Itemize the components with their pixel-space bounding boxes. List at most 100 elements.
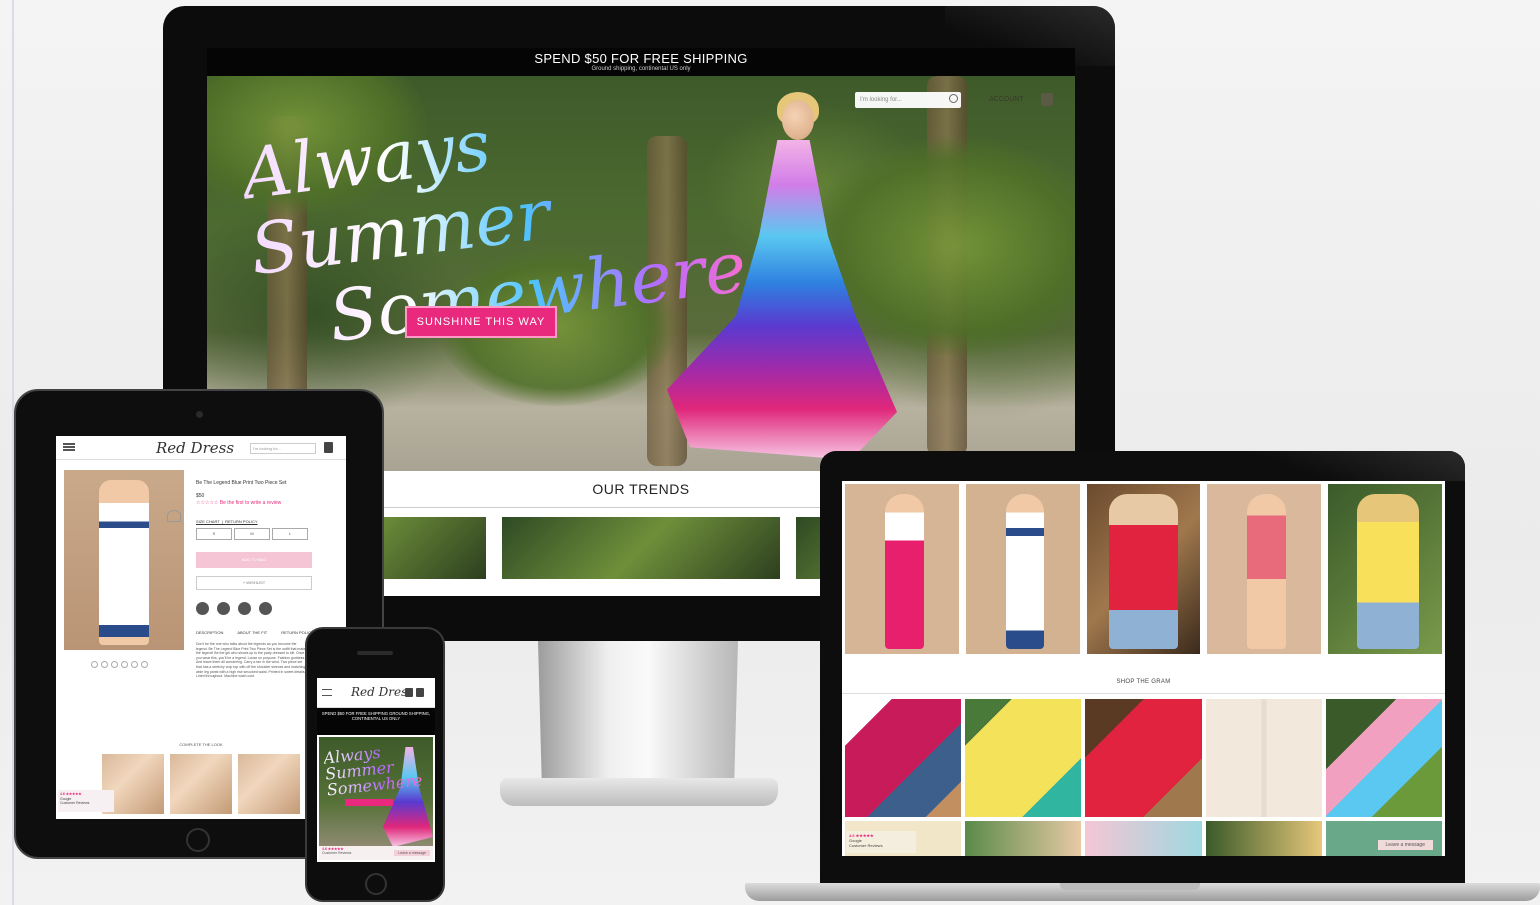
size-option[interactable]: L xyxy=(272,528,308,540)
pinterest-icon[interactable] xyxy=(217,602,230,615)
shipping-banner[interactable]: SPEND $50 FOR FREE SHIPPING GROUND SHIPP… xyxy=(317,708,435,735)
image-pagination xyxy=(91,661,148,668)
model-head xyxy=(782,100,814,140)
complete-the-look-grid xyxy=(102,754,300,814)
hero-cta-button[interactable] xyxy=(345,799,393,806)
snapchat-icon[interactable] xyxy=(196,602,209,615)
pagination-dot[interactable] xyxy=(101,661,108,668)
instagram-post[interactable] xyxy=(1085,821,1202,856)
add-to-bag-button[interactable]: ADD TO BAG xyxy=(196,552,312,568)
product-card[interactable] xyxy=(845,484,959,654)
shop-the-gram-title: SHOP THE GRAM xyxy=(1116,679,1171,685)
sunshine-cta-button[interactable]: SUNSHINE THIS WAY xyxy=(405,306,557,338)
phone-device: Red Dress SPEND $50 FOR FREE SHIPPING GR… xyxy=(305,627,445,902)
product-links: SIZE CHART | RETURN POLICY xyxy=(196,519,258,524)
search-input[interactable]: I'm looking for... xyxy=(250,443,316,454)
product-title: Be The Legend Blue Print Two Piece Set xyxy=(196,480,287,486)
hero-title: Always Summer Somewhere xyxy=(323,739,433,800)
phone-website-screen: Red Dress SPEND $50 FOR FREE SHIPPING GR… xyxy=(317,678,435,862)
product-card[interactable] xyxy=(965,484,1080,654)
review-label: Customer Reviews xyxy=(60,801,90,805)
instagram-grid xyxy=(842,699,1445,817)
shipping-banner-subtitle: Ground shipping, continental US only xyxy=(591,66,691,72)
google-review-badge[interactable]: 4.6 ★★★★★ Customer Reviews Leave a messa… xyxy=(319,846,433,860)
pagination-dot[interactable] xyxy=(121,661,128,668)
product-card[interactable] xyxy=(1207,484,1322,654)
phone-home-button xyxy=(365,873,387,895)
google-review-badge[interactable]: 4.6 ★★★★★ Google Customer Reviews xyxy=(58,790,114,812)
size-option[interactable]: S xyxy=(196,528,232,540)
social-share xyxy=(196,602,272,615)
section-divider xyxy=(842,693,1445,694)
product-image[interactable] xyxy=(64,470,184,650)
heart-icon[interactable] xyxy=(167,510,181,522)
hamburger-menu-icon[interactable] xyxy=(322,689,332,696)
pagination-dot[interactable] xyxy=(91,661,98,668)
instagram-icon[interactable] xyxy=(259,602,272,615)
tab-about-the-fit[interactable]: ABOUT THE FIT xyxy=(237,630,267,635)
instagram-post[interactable] xyxy=(965,699,1082,817)
product-card[interactable] xyxy=(1086,484,1201,654)
facebook-icon[interactable] xyxy=(238,602,251,615)
product-rating[interactable]: ☆☆☆☆☆ Be the first to write a review xyxy=(196,500,281,506)
search-input[interactable]: I'm looking for... xyxy=(855,92,961,108)
instagram-post[interactable] xyxy=(1325,699,1443,817)
pagination-dot[interactable] xyxy=(141,661,148,668)
review-source: Google xyxy=(60,796,72,801)
laptop-website-screen: SHOP THE GRAM 4.6 ★★★★★ Google Customer … xyxy=(842,481,1445,856)
hero-banner[interactable]: Always Summer Somewhere xyxy=(319,737,433,847)
hamburger-menu-icon[interactable] xyxy=(63,443,75,451)
pagination-dot[interactable] xyxy=(111,661,118,668)
review-label: Customer Reviews xyxy=(849,843,883,848)
leave-message-button[interactable]: Leave a message xyxy=(394,850,430,856)
instagram-post[interactable] xyxy=(1205,699,1322,817)
search-icon[interactable] xyxy=(949,94,958,103)
leave-message-button[interactable]: Leave a message xyxy=(1377,840,1433,850)
pagination-dot[interactable] xyxy=(131,661,138,668)
look-item[interactable] xyxy=(170,754,232,814)
instagram-post[interactable] xyxy=(1325,821,1443,856)
header-icons xyxy=(405,688,425,698)
review-label: Customer Reviews xyxy=(322,851,352,855)
phone-header: Red Dress xyxy=(317,678,435,708)
review-stars: 4.6 ★★★★★ xyxy=(60,792,82,796)
shipping-banner-title: SPEND $50 FOR FREE SHIPPING xyxy=(534,51,748,66)
product-grid xyxy=(842,481,1445,654)
laptop-device: SHOP THE GRAM 4.6 ★★★★★ Google Customer … xyxy=(820,451,1465,883)
shipping-banner[interactable]: SPEND $50 FOR FREE SHIPPING Ground shipp… xyxy=(207,48,1075,76)
instagram-grid-row2 xyxy=(842,817,1445,856)
instagram-post[interactable] xyxy=(1205,821,1322,856)
wishlist-button[interactable]: + WISHLIST xyxy=(196,576,312,590)
size-selector: S M L xyxy=(196,528,308,540)
size-option[interactable]: M xyxy=(234,528,270,540)
phone-speaker xyxy=(357,651,393,655)
account-link[interactable]: ACCOUNT xyxy=(989,96,1024,103)
imac-stand-base xyxy=(500,778,778,806)
product-description: Don't be the one who talks about the leg… xyxy=(196,642,308,679)
shopping-bag-icon[interactable] xyxy=(1041,93,1053,106)
instagram-post[interactable] xyxy=(965,821,1082,856)
laptop-notch xyxy=(1060,883,1200,890)
look-item[interactable] xyxy=(238,754,300,814)
product-card[interactable] xyxy=(1328,484,1442,654)
shopping-bag-icon[interactable] xyxy=(416,688,424,697)
tab-description[interactable]: DESCRIPTION xyxy=(196,630,223,635)
instagram-post[interactable] xyxy=(845,699,962,817)
brand-logo[interactable]: Red Dress xyxy=(156,439,234,457)
size-chart-link[interactable]: SIZE CHART xyxy=(196,519,220,524)
tablet-website-screen: Red Dress I'm looking for... Be The Lege… xyxy=(56,436,346,819)
instagram-post[interactable] xyxy=(1085,699,1202,817)
google-review-badge[interactable]: 4.6 ★★★★★ Google Customer Reviews xyxy=(846,831,916,853)
tablet-camera xyxy=(196,411,203,418)
tablet-home-button xyxy=(186,828,210,852)
imac-stand xyxy=(538,641,738,791)
return-policy-link[interactable]: RETURN POLICY xyxy=(225,519,257,524)
product-model xyxy=(99,480,149,645)
tablet-header: Red Dress I'm looking for... xyxy=(56,436,346,460)
trend-image[interactable] xyxy=(501,517,781,579)
search-placeholder: I'm looking for... xyxy=(860,97,902,103)
product-price: $50 xyxy=(196,493,205,499)
search-icon[interactable] xyxy=(405,688,413,697)
shopping-bag-icon[interactable] xyxy=(324,442,333,453)
complete-the-look-title: COMPLETE THE LOOK xyxy=(179,742,223,747)
